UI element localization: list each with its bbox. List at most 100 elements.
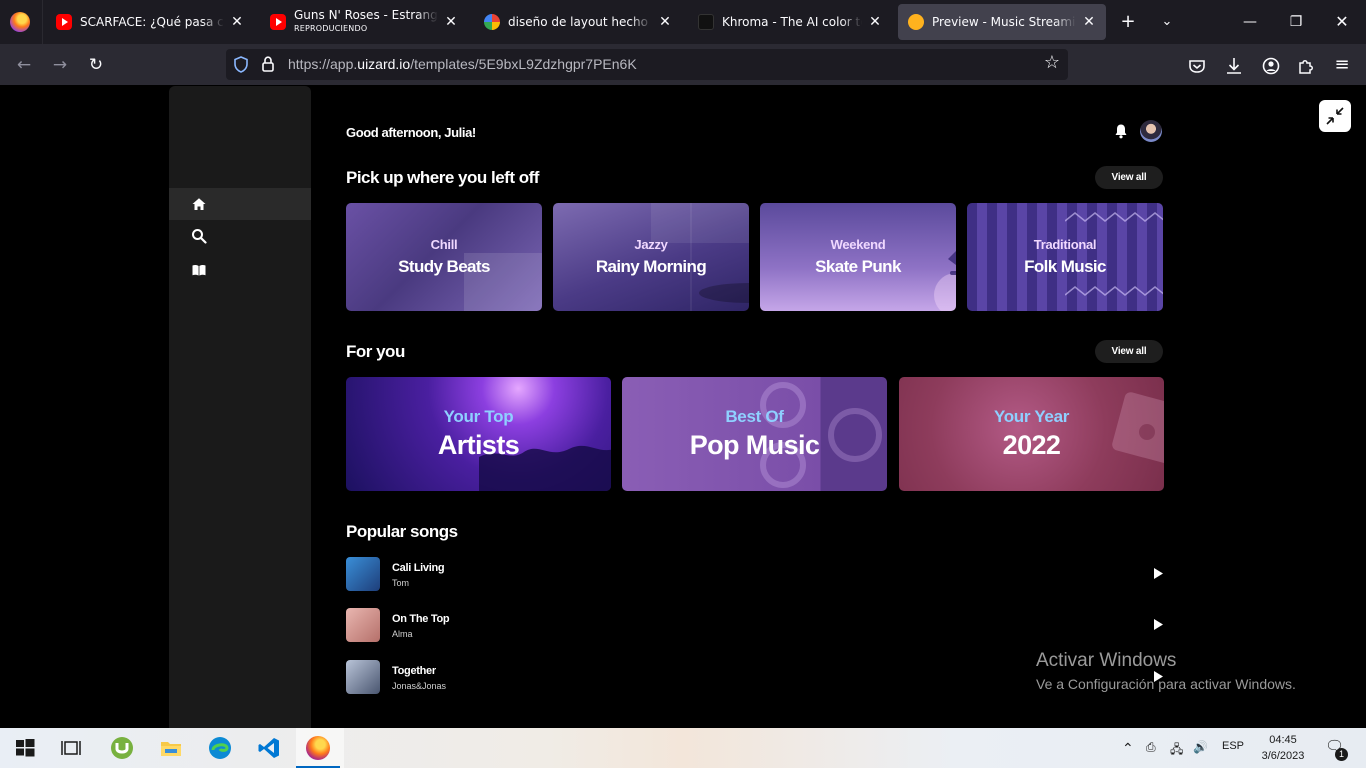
reload-button[interactable]: ↻ bbox=[83, 52, 109, 78]
url-prefix: https://app. bbox=[288, 56, 358, 72]
tray-meet-icon[interactable]: ⎙ bbox=[1146, 740, 1156, 755]
section-title-for-you: For you bbox=[346, 342, 405, 361]
card-kicker: Your Year bbox=[993, 407, 1070, 426]
play-icon[interactable] bbox=[1153, 618, 1164, 631]
volume-icon[interactable]: 🔊 bbox=[1193, 740, 1208, 754]
notification-count-badge: 1 bbox=[1335, 748, 1348, 761]
language-indicator[interactable]: ESP bbox=[1222, 740, 1244, 752]
song-cover bbox=[346, 557, 380, 591]
song-cover bbox=[346, 660, 380, 694]
collapse-arrows-icon bbox=[1326, 107, 1344, 125]
system-clock[interactable]: 04:45 3/6/2023 bbox=[1254, 732, 1312, 764]
tab-title: diseño de layout hecho por ia bbox=[508, 15, 652, 29]
song-row[interactable]: Cali Living Tom bbox=[346, 557, 1164, 593]
playlist-card-rainy-morning[interactable]: Jazzy Rainy Morning bbox=[553, 203, 749, 311]
song-title: On The Top bbox=[392, 613, 450, 625]
microsoft-edge-icon[interactable] bbox=[208, 736, 232, 760]
card-title: Folk Music bbox=[1024, 257, 1106, 276]
address-bar[interactable]: https://app.uizard.io/templates/5E9bxL9Z… bbox=[226, 49, 1068, 80]
watermark-title: Activar Windows bbox=[1036, 650, 1177, 671]
tab-music-streaming-preview[interactable]: Preview - Music Streaming Ap ✕ bbox=[898, 4, 1106, 40]
song-artist: Alma bbox=[392, 629, 413, 639]
firefox-taskbar-icon[interactable] bbox=[296, 736, 340, 768]
downloads-icon[interactable] bbox=[1221, 53, 1247, 79]
utorrent-icon[interactable] bbox=[110, 736, 134, 760]
file-explorer-icon[interactable] bbox=[159, 736, 183, 760]
playlist-card-study-beats[interactable]: Chill Study Beats bbox=[346, 203, 542, 311]
for-you-card-top-artists[interactable]: Your Top Artists bbox=[346, 377, 611, 491]
bell-icon[interactable] bbox=[1114, 123, 1128, 139]
clock-time: 04:45 bbox=[1269, 734, 1297, 746]
user-avatar[interactable] bbox=[1140, 120, 1162, 142]
for-you-card-pop-music[interactable]: Best Of Pop Music bbox=[622, 377, 887, 491]
tab-title: Preview - Music Streaming Ap bbox=[932, 15, 1076, 29]
uizard-icon bbox=[908, 14, 924, 30]
for-you-card-your-year[interactable]: Your Year 2022 bbox=[899, 377, 1164, 491]
lock-icon[interactable] bbox=[262, 56, 274, 72]
tab-close-icon[interactable]: ✕ bbox=[230, 14, 244, 30]
song-artist: Tom bbox=[392, 578, 410, 588]
windows-start-icon[interactable] bbox=[13, 736, 37, 760]
card-title: Rainy Morning bbox=[595, 257, 707, 276]
library-icon bbox=[192, 265, 206, 276]
tab-title: SCARFACE: ¿Qué pasa cuando bbox=[80, 15, 224, 29]
restore-window-button[interactable]: ❐ bbox=[1284, 10, 1308, 34]
tab-scarface[interactable]: SCARFACE: ¿Qué pasa cuando ✕ bbox=[46, 4, 254, 40]
bookmark-star-icon[interactable]: ☆ bbox=[1044, 52, 1060, 73]
close-window-button[interactable]: ✕ bbox=[1330, 10, 1354, 34]
hamburger-menu-icon[interactable]: ≡ bbox=[1329, 52, 1355, 78]
view-all-for-you-button[interactable]: View all bbox=[1095, 340, 1163, 363]
sidebar-item-home[interactable] bbox=[169, 188, 311, 220]
tab-close-icon[interactable]: ✕ bbox=[868, 14, 882, 30]
tab-google-search[interactable]: diseño de layout hecho por ia ✕ bbox=[474, 4, 682, 40]
main-content: Good afternoon, Julia! Pick up where you… bbox=[346, 85, 1164, 728]
page-viewport: Good afternoon, Julia! Pick up where you… bbox=[0, 85, 1366, 728]
task-view-icon[interactable] bbox=[59, 736, 83, 760]
card-title: Study Beats bbox=[398, 257, 490, 276]
account-icon[interactable] bbox=[1258, 53, 1284, 79]
search-icon bbox=[192, 229, 207, 244]
tab-close-icon[interactable]: ✕ bbox=[1082, 14, 1096, 30]
card-title: Artists bbox=[437, 430, 520, 460]
firefox-menu-icon[interactable] bbox=[10, 12, 30, 32]
app-sidebar bbox=[169, 86, 311, 728]
card-kicker: Your Top bbox=[443, 407, 514, 426]
card-kicker: Best Of bbox=[725, 407, 784, 426]
sidebar-item-search[interactable] bbox=[169, 220, 311, 252]
network-icon[interactable]: 🖧 bbox=[1170, 740, 1183, 761]
play-icon[interactable] bbox=[1153, 567, 1164, 580]
windows-activation-watermark: Activar Windows Ve a Configuración para … bbox=[1036, 650, 1296, 692]
new-tab-button[interactable]: + bbox=[1116, 10, 1140, 34]
minimize-window-button[interactable]: — bbox=[1238, 10, 1262, 34]
section-title-recent: Pick up where you left off bbox=[346, 168, 539, 187]
pocket-icon[interactable] bbox=[1184, 53, 1210, 79]
song-title: Together bbox=[392, 665, 436, 677]
browser-navigation-bar: ← → ↻ https://app.uizard.io/templates/5E… bbox=[0, 44, 1366, 85]
url-host: uizard.io bbox=[357, 56, 411, 72]
url-text[interactable]: https://app.uizard.io/templates/5E9bxL9Z… bbox=[288, 56, 637, 72]
tracking-protection-shield-icon[interactable] bbox=[234, 56, 248, 73]
extensions-puzzle-icon[interactable] bbox=[1293, 53, 1319, 79]
forward-button[interactable]: → bbox=[47, 52, 73, 78]
tab-close-icon[interactable]: ✕ bbox=[444, 14, 458, 30]
back-button[interactable]: ← bbox=[11, 52, 37, 78]
list-all-tabs-chevron-icon[interactable]: ⌄ bbox=[1155, 10, 1179, 34]
browser-tab-strip: SCARFACE: ¿Qué pasa cuando ✕ Guns N' Ros… bbox=[0, 0, 1366, 44]
view-all-recent-button[interactable]: View all bbox=[1095, 166, 1163, 189]
card-kicker: Chill bbox=[430, 237, 458, 252]
tray-chevron-up-icon[interactable]: ⌃ bbox=[1122, 740, 1134, 757]
tab-guns-n-roses[interactable]: Guns N' Roses - Estranged - Y REPRODUCIE… bbox=[260, 4, 468, 40]
playlist-card-folk-music[interactable]: Traditional Folk Music bbox=[967, 203, 1163, 311]
tab-khroma[interactable]: Khroma - The AI color tool fo ✕ bbox=[688, 4, 892, 40]
playlist-card-skate-punk[interactable]: Weekend Skate Punk bbox=[760, 203, 956, 311]
tab-separator bbox=[42, 0, 43, 44]
tab-close-icon[interactable]: ✕ bbox=[658, 14, 672, 30]
song-row[interactable]: On The Top Alma bbox=[346, 608, 1164, 644]
tab-playing-label: REPRODUCIENDO bbox=[294, 24, 368, 33]
card-title: Skate Punk bbox=[815, 257, 901, 276]
song-cover bbox=[346, 608, 380, 642]
card-kicker: Traditional bbox=[1033, 237, 1097, 252]
vscode-icon[interactable] bbox=[257, 736, 281, 760]
collapse-preview-button[interactable] bbox=[1319, 100, 1351, 132]
sidebar-item-library[interactable] bbox=[169, 254, 311, 286]
